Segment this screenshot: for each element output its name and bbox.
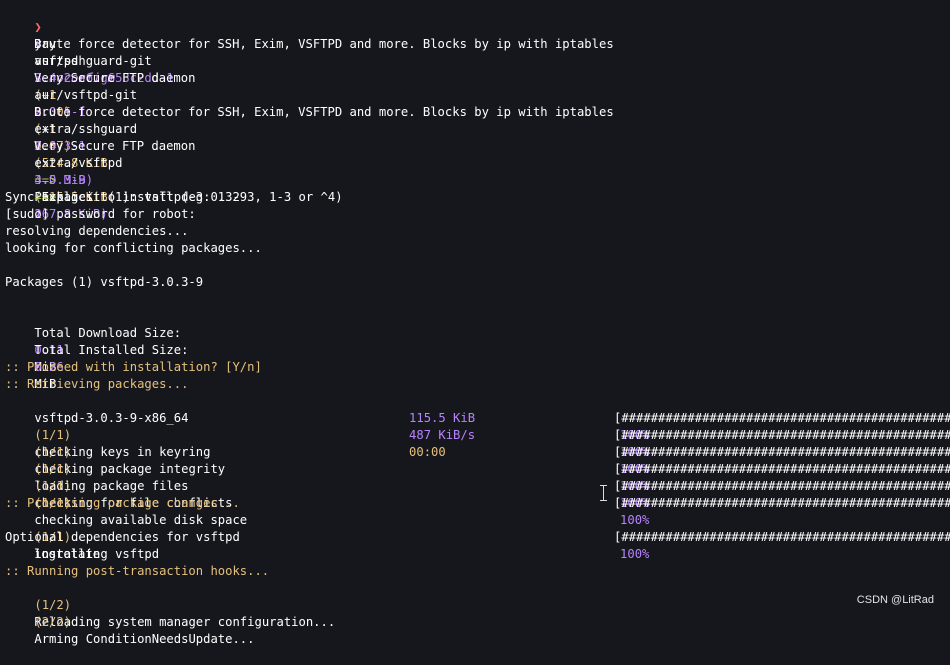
- step-row: (1/1) checking for file conflicts [#####…: [5, 461, 950, 510]
- search-result-row: 3 aur/vsftpd-git 3.0.5-1 (+1 0.07): [5, 53, 945, 153]
- install-prompt-line: ==> Packages to install (eg: 1 2 3, 1-3 …: [5, 155, 945, 204]
- hook-step-count: (2/2): [34, 615, 72, 629]
- terminal-output[interactable]: ❯ yay vsftpd --noconfirm 4 aur/sshguard-…: [5, 2, 950, 646]
- result-description: Brute force detector for SSH, Exim, VSFT…: [34, 105, 614, 119]
- installed-size-line: Total Installed Size: 0.26 MiB: [5, 325, 945, 391]
- packages-line: Packages (1) vsftpd-3.0.3-9: [5, 275, 204, 289]
- sync-line: Sync Explicit (1): vsftpd-3.0.3-9: [5, 190, 248, 204]
- optional-deps-line: Optional dependencies for vsftpd: [5, 530, 240, 544]
- result-description: Very Secure FTP daemon: [34, 139, 196, 153]
- retrieving-line: :: Retrieving packages...: [5, 377, 189, 391]
- hook-step-text: Reloading system manager configuration..…: [34, 615, 336, 629]
- step-row: (1/1) loading package files [###########…: [5, 444, 950, 493]
- search-result-row: 1 extra/vsftpd 3.0.3-9 (115.5 KiB 267.8 …: [5, 121, 945, 221]
- download-row: vsftpd-3.0.3-9-x86_64 115.5 KiB 487 KiB/…: [5, 393, 950, 459]
- processing-line: :: Processing package changes...: [5, 496, 240, 510]
- text-cursor-icon: [599, 485, 609, 501]
- hook-step-text: Arming ConditionNeedsUpdate...: [34, 632, 255, 646]
- command-line: ❯ yay vsftpd --noconfirm: [5, 2, 945, 85]
- result-description: Very Secure FTP daemon: [34, 71, 196, 85]
- download-size-line: Total Download Size: 0.11 MiB: [5, 308, 945, 374]
- search-result-row: 4 aur/sshguard-git 2.4.2.r6.g653c2dd-1 (…: [5, 19, 945, 119]
- watermark: CSDN @LitRad: [856, 594, 934, 606]
- result-description: Brute force detector for SSH, Exim, VSFT…: [34, 37, 614, 51]
- hooks-line: :: Running post-transaction hooks...: [5, 564, 270, 578]
- proceed-line[interactable]: :: Proceed with installation? [Y/n]: [5, 359, 945, 376]
- optional-dep-item: logrotate: [34, 547, 101, 561]
- selection-line[interactable]: ==> 1: [5, 172, 945, 221]
- step-row: (1/1) checking available disk space [###…: [5, 478, 950, 527]
- hook-step-row: (1/2) Reloading system manager configura…: [5, 580, 945, 629]
- step-row: (1/1) checking package integrity [######…: [5, 427, 950, 476]
- resolving-line: resolving dependencies...: [5, 224, 189, 238]
- install-step-row: (1/1) installing vsftpd [###############…: [5, 512, 950, 561]
- conflicts-line: looking for conflicting packages...: [5, 241, 262, 255]
- search-result-row: 2 extra/sshguard 2.4.3-1 (524.8 KiB 4.5 …: [5, 87, 945, 187]
- hook-step-row: (2/2) Arming ConditionNeedsUpdate...: [5, 597, 945, 646]
- step-row: (1/1) checking keys in keyring [########…: [5, 410, 950, 459]
- sudo-line[interactable]: [sudo] password for robot:: [5, 206, 945, 223]
